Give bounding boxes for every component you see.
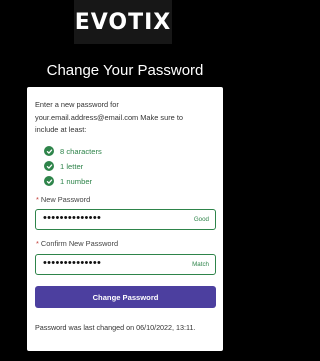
logo-text: EVOTIX: [74, 9, 172, 35]
requirement-item: 1 number: [44, 176, 92, 186]
confirm-password-label: * Confirm New Password: [36, 239, 118, 248]
last-changed-text: Password was last changed on 06/10/2022,…: [35, 323, 196, 332]
required-marker: *: [36, 239, 39, 248]
new-password-label-text: New Password: [40, 195, 91, 204]
intro-line-1: Enter a new password for: [35, 100, 119, 109]
new-password-label: * New Password: [36, 195, 90, 204]
requirement-label: 1 letter: [60, 161, 84, 171]
confirm-password-input[interactable]: •••••••••••••• Match: [35, 254, 216, 275]
new-password-value: ••••••••••••••: [43, 212, 102, 224]
confirm-password-value: ••••••••••••••: [43, 257, 102, 269]
requirement-label: 1 number: [60, 176, 93, 186]
intro-line-2: your.email.address@email.com Make sure t…: [35, 112, 183, 122]
new-password-input[interactable]: •••••••••••••• Good: [35, 209, 216, 230]
required-marker: *: [36, 195, 39, 204]
change-password-card: Enter a new password for your.email.addr…: [27, 87, 223, 351]
confirm-password-label-text: Confirm New Password: [40, 239, 119, 248]
check-circle-icon: [44, 176, 54, 186]
requirement-item: 1 letter: [44, 161, 83, 171]
requirement-label: 8 characters: [60, 146, 102, 156]
password-strength-status: Good: [193, 216, 209, 223]
check-circle-icon: [44, 161, 54, 171]
requirement-item: 8 characters: [44, 146, 102, 156]
password-match-status: Match: [192, 261, 209, 268]
change-password-button[interactable]: Change Password: [35, 286, 216, 308]
intro-line-3: include at least:: [35, 125, 87, 134]
logo: EVOTIX: [74, 0, 172, 44]
check-circle-icon: [44, 146, 54, 156]
page-title: Change Your Password: [46, 62, 204, 79]
intro-text: Enter a new password for your.email.addr…: [35, 99, 219, 137]
